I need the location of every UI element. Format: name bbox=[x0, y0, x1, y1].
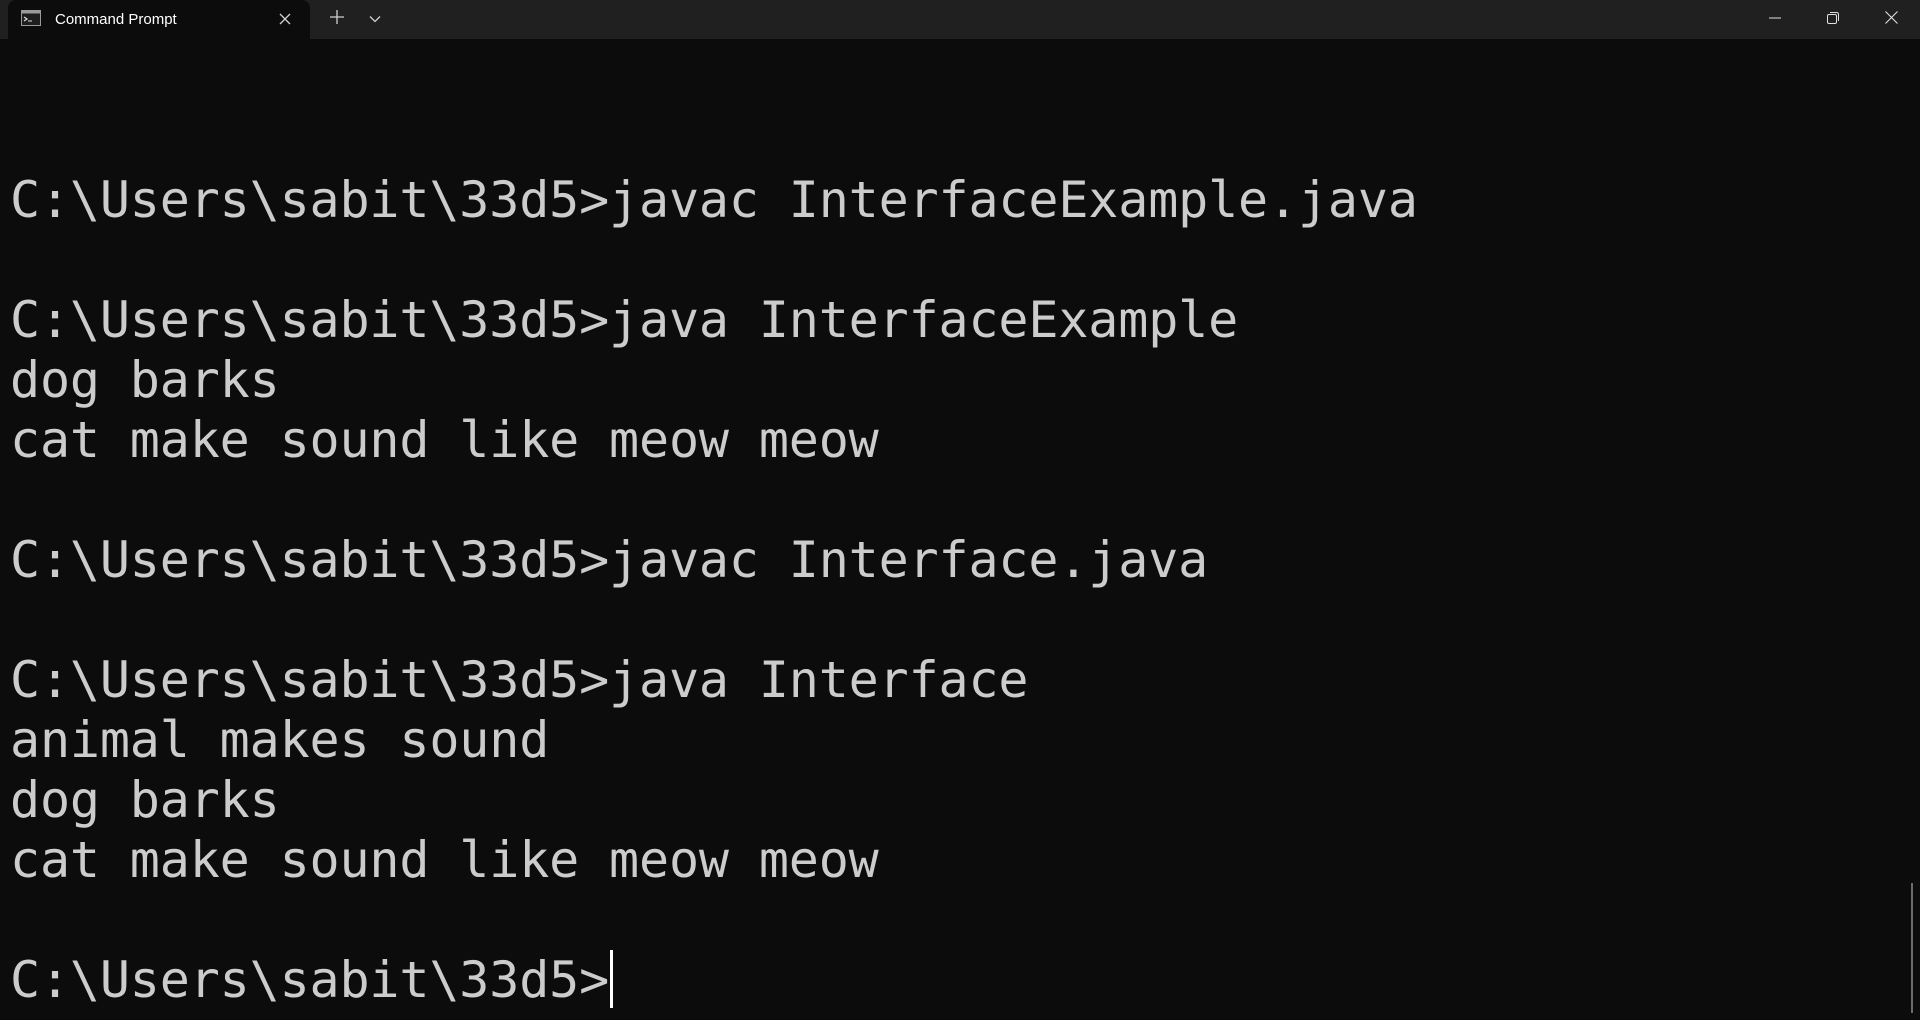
minimize-button[interactable] bbox=[1746, 0, 1804, 39]
prompt-text: C:\Users\sabit\33d5> bbox=[10, 951, 610, 1009]
terminal-line: C:\Users\sabit\33d5>javac Interface.java bbox=[10, 531, 1209, 589]
new-tab-button[interactable] bbox=[319, 5, 355, 33]
close-icon[interactable] bbox=[276, 10, 294, 28]
close-icon bbox=[1884, 10, 1898, 29]
restore-button[interactable] bbox=[1804, 0, 1862, 39]
minimize-icon bbox=[1769, 11, 1781, 29]
text-cursor bbox=[610, 950, 614, 1008]
terminal-line: cat make sound like meow meow bbox=[10, 411, 879, 469]
tab-dropdown-button[interactable] bbox=[357, 5, 393, 33]
command-prompt-icon bbox=[21, 10, 41, 26]
tab-command-prompt[interactable]: Command Prompt bbox=[8, 0, 310, 39]
terminal-line: C:\Users\sabit\33d5>java Interface bbox=[10, 651, 1029, 709]
restore-icon bbox=[1827, 11, 1839, 29]
terminal-line: C:\Users\sabit\33d5>java InterfaceExampl… bbox=[10, 291, 1239, 349]
terminal-line: cat make sound like meow meow bbox=[10, 831, 879, 889]
terminal-line: dog barks bbox=[10, 351, 280, 409]
close-window-button[interactable] bbox=[1862, 0, 1920, 39]
tab-title: Command Prompt bbox=[55, 11, 177, 28]
prompt-line[interactable]: C:\Users\sabit\33d5> bbox=[10, 950, 1900, 1010]
terminal-line: C:\Users\sabit\33d5>javac InterfaceExamp… bbox=[10, 171, 1418, 229]
chevron-down-icon bbox=[369, 10, 381, 28]
terminal-line: dog barks bbox=[10, 771, 280, 829]
plus-icon bbox=[330, 9, 344, 29]
title-bar: Command Prompt bbox=[0, 0, 1920, 39]
scrollbar-thumb[interactable] bbox=[1911, 883, 1913, 1013]
terminal-output[interactable]: C:\Users\sabit\33d5>javac InterfaceExamp… bbox=[10, 40, 1900, 1020]
terminal-line: animal makes sound bbox=[10, 711, 550, 769]
